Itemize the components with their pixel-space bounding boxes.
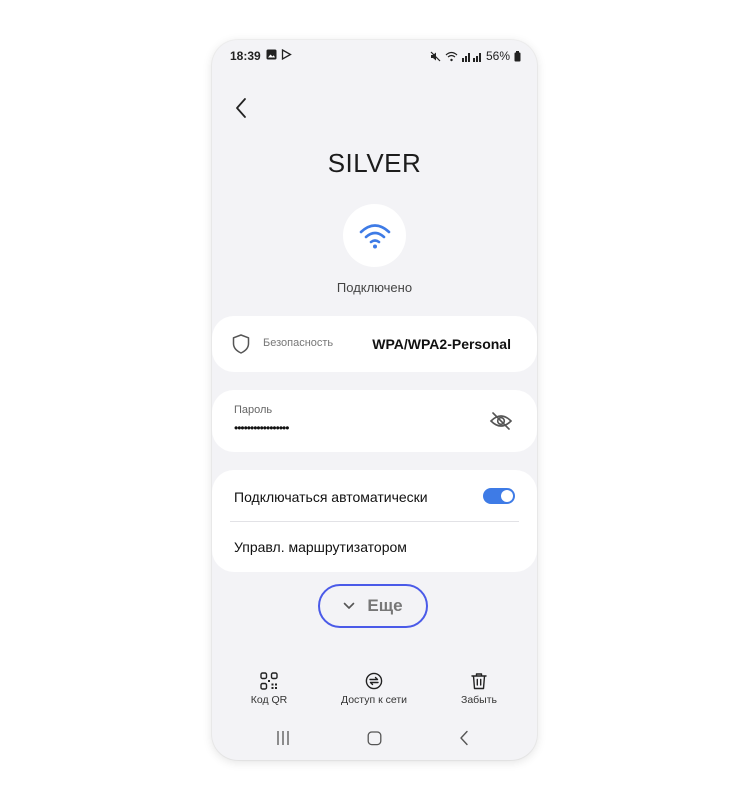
home-icon — [367, 731, 382, 746]
chevron-down-icon — [344, 602, 355, 609]
security-label: Безопасность — [263, 337, 334, 349]
signal-icon — [461, 52, 481, 62]
security-card: Безопасность WPA/WPA2-Personal — [212, 316, 537, 372]
battery-icon — [514, 50, 521, 61]
show-password-button[interactable] — [489, 410, 513, 432]
trash-icon — [471, 673, 487, 690]
mute-icon — [430, 51, 441, 61]
more-button-label: Еще — [367, 596, 403, 615]
qr-code-button[interactable]: Код QR — [224, 672, 314, 706]
status-bar: 18:39 56% — [212, 40, 537, 70]
back-arrow-icon — [236, 98, 246, 118]
password-field[interactable]: ••••••••••••••••• — [234, 421, 289, 435]
qr-code-label: Код QR — [250, 694, 288, 706]
bottom-action-bar: Код QR Доступ к сети Забыть — [212, 672, 537, 712]
home-button[interactable] — [367, 730, 382, 751]
share-network-icon — [365, 672, 383, 690]
status-time: 18:39 — [230, 49, 261, 63]
network-name-title: SILVER — [327, 148, 422, 178]
auto-connect-toggle[interactable] — [483, 488, 515, 504]
password-label: Пароль — [234, 404, 273, 416]
system-nav-bar — [212, 728, 537, 750]
recents-button[interactable] — [276, 730, 290, 751]
manage-router-item[interactable]: Управл. маршрутизатором — [234, 539, 407, 555]
more-button[interactable]: Еще — [318, 584, 428, 628]
eye-off-icon — [489, 412, 513, 430]
wifi-status-icon — [445, 51, 458, 61]
nav-back-button[interactable] — [458, 730, 470, 751]
wifi-icon-circle — [343, 204, 406, 267]
options-card: Подключаться автоматически Управл. маршр… — [212, 470, 537, 572]
qr-code-icon — [260, 672, 278, 690]
toggle-knob — [501, 490, 513, 502]
forget-network-button[interactable]: Забыть — [434, 672, 524, 706]
share-network-label: Доступ к сети — [340, 694, 408, 706]
battery-percent: 56% — [485, 49, 510, 63]
play-store-notification-icon — [281, 49, 292, 60]
divider — [230, 521, 519, 522]
auto-connect-label: Подключаться автоматически — [234, 489, 428, 505]
recents-icon — [277, 731, 289, 745]
back-button[interactable] — [230, 96, 254, 120]
status-right-group: 56% — [430, 49, 521, 63]
share-network-button[interactable]: Доступ к сети — [329, 672, 419, 706]
phone-screen: 18:39 56% SILVER Подключено Безопасность — [212, 40, 537, 760]
connection-status: Подключено — [336, 280, 413, 295]
security-value: WPA/WPA2-Personal — [372, 336, 511, 352]
status-notification-icons — [266, 49, 292, 60]
gallery-notification-icon — [266, 49, 277, 60]
wifi-icon — [359, 223, 390, 248]
password-card: Пароль ••••••••••••••••• — [212, 390, 537, 452]
nav-back-icon — [460, 730, 468, 746]
forget-network-label: Забыть — [460, 694, 498, 706]
shield-icon — [232, 334, 250, 354]
